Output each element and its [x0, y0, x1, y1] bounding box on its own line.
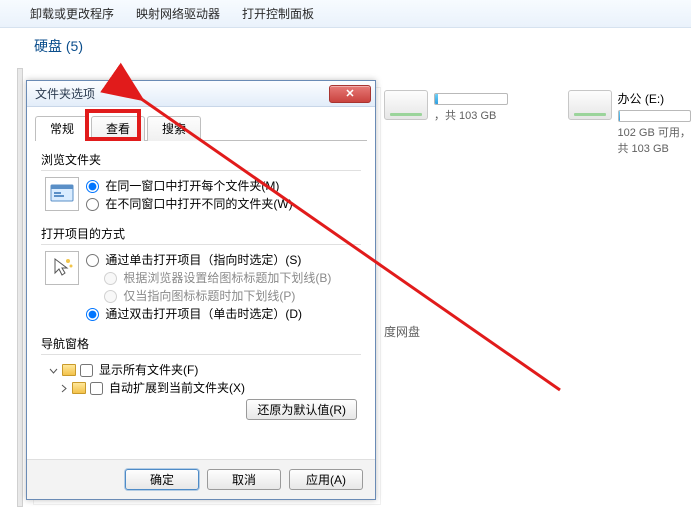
drive-capacity-bar — [618, 110, 691, 122]
radio-input[interactable] — [86, 198, 99, 211]
radio-diff-window[interactable]: 在不同窗口中打开不同的文件夹(W) — [86, 195, 292, 213]
close-button[interactable]: ✕ — [329, 85, 371, 103]
close-icon: ✕ — [345, 87, 354, 100]
browse-folders-icon — [45, 177, 79, 211]
radio-double-click[interactable]: 通过双击打开项目（单击时选定）(D) — [86, 305, 331, 323]
radio-same-window[interactable]: 在同一窗口中打开每个文件夹(M) — [86, 177, 292, 195]
drive-item[interactable]: 办公 (E:) 102 GB 可用，共 103 GB — [568, 90, 691, 156]
folder-options-dialog: 文件夹选项 ✕ 常规 查看 搜索 浏览文件夹 在同一窗口中打开每个文件夹(M) — [26, 80, 376, 500]
tab-general[interactable]: 常规 — [35, 116, 89, 141]
radio-input — [104, 272, 117, 285]
restore-defaults-button[interactable]: 还原为默认值(R) — [246, 399, 357, 420]
radio-label: 通过双击打开项目（单击时选定）(D) — [105, 305, 302, 323]
drive-subtext: 102 GB 可用，共 103 GB — [618, 124, 691, 156]
dialog-titlebar[interactable]: 文件夹选项 ✕ — [27, 81, 375, 107]
scrollbar[interactable] — [17, 68, 23, 507]
check-auto-expand[interactable]: 自动扩展到当前文件夹(X) — [90, 379, 245, 397]
radio-input — [104, 290, 117, 303]
hdd-icon — [384, 90, 428, 120]
checkbox-input[interactable] — [90, 382, 103, 395]
radio-label: 仅当指向图标标题时加下划线(P) — [123, 287, 295, 305]
toolbar-uninstall[interactable]: 卸载或更改程序 — [30, 5, 114, 22]
apply-button[interactable]: 应用(A) — [289, 469, 363, 490]
section-title-drives: 硬盘 (5) — [34, 36, 691, 56]
explorer-content: 硬盘 (5) ，共 103 GB 办公 (E:) 102 GB 可用，共 103… — [0, 28, 691, 521]
folder-icon — [72, 382, 86, 394]
ok-button[interactable]: 确定 — [125, 469, 199, 490]
drive-capacity-bar — [434, 93, 508, 105]
group-label: 打开项目的方式 — [41, 225, 361, 242]
checkbox-label: 自动扩展到当前文件夹(X) — [109, 379, 245, 397]
drive-item[interactable]: ，共 103 GB — [384, 90, 508, 156]
radio-label: 在同一窗口中打开每个文件夹(M) — [105, 177, 279, 195]
netdisk-label: 度网盘 — [384, 323, 420, 340]
radio-underline-hover: 仅当指向图标标题时加下划线(P) — [104, 287, 331, 305]
click-mode-icon — [45, 251, 79, 285]
tab-view[interactable]: 查看 — [91, 116, 145, 141]
radio-input[interactable] — [86, 180, 99, 193]
radio-underline-browser: 根据浏览器设置给图标标题加下划线(B) — [104, 269, 331, 287]
checkbox-label: 显示所有文件夹(F) — [99, 361, 198, 379]
radio-label: 在不同窗口中打开不同的文件夹(W) — [105, 195, 292, 213]
group-nav-pane: 导航窗格 显示所有文件夹(F) 自动扩展到当前文件夹(X) — [41, 335, 361, 426]
toolbar-open-cp[interactable]: 打开控制面板 — [242, 5, 314, 22]
radio-single-click[interactable]: 通过单击打开项目（指向时选定）(S) — [86, 251, 331, 269]
dialog-tabs: 常规 查看 搜索 — [35, 115, 367, 141]
radio-input[interactable] — [86, 254, 99, 267]
tree-collapse-icon[interactable] — [49, 366, 58, 375]
drive-list: ，共 103 GB 办公 (E:) 102 GB 可用，共 103 GB — [384, 90, 691, 156]
folder-icon — [62, 364, 76, 376]
radio-label: 通过单击打开项目（指向时选定）(S) — [105, 251, 301, 269]
group-browse-folders: 浏览文件夹 在同一窗口中打开每个文件夹(M) 在不同窗口中打开不同的文件夹(W) — [41, 151, 361, 219]
tab-search[interactable]: 搜索 — [147, 116, 201, 141]
radio-label: 根据浏览器设置给图标标题加下划线(B) — [123, 269, 331, 287]
group-label: 浏览文件夹 — [41, 151, 361, 168]
drive-label: 办公 (E:) — [618, 90, 691, 107]
check-show-all-folders[interactable]: 显示所有文件夹(F) — [80, 361, 198, 379]
radio-input[interactable] — [86, 308, 99, 321]
dialog-body: 浏览文件夹 在同一窗口中打开每个文件夹(M) 在不同窗口中打开不同的文件夹(W)… — [27, 141, 375, 461]
group-label: 导航窗格 — [41, 335, 361, 352]
cancel-button[interactable]: 取消 — [207, 469, 281, 490]
dialog-title: 文件夹选项 — [35, 85, 329, 102]
group-click-mode: 打开项目的方式 通过单击打开项目（指向时选定）(S) 根据浏览器设置给图标标题加… — [41, 225, 361, 329]
drive-subtext: ，共 103 GB — [434, 107, 508, 123]
tree-expand-icon[interactable] — [59, 384, 68, 393]
dialog-button-row: 确定 取消 应用(A) — [27, 459, 375, 499]
hdd-icon — [568, 90, 612, 120]
checkbox-input[interactable] — [80, 364, 93, 377]
explorer-toolbar: 卸载或更改程序 映射网络驱动器 打开控制面板 — [0, 0, 691, 28]
toolbar-map-drive[interactable]: 映射网络驱动器 — [136, 5, 220, 22]
